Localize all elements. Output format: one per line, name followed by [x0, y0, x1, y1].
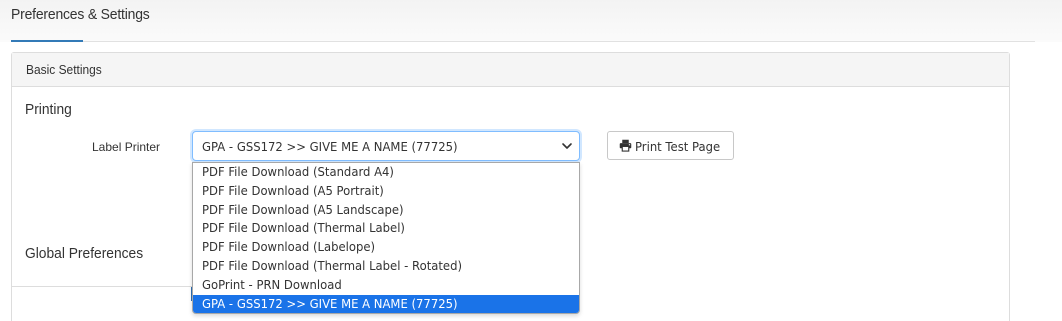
label-printer-select[interactable]: GPA - GSS172 >> GIVE ME A NAME (77725) — [192, 131, 580, 161]
print-test-page-label: Print Test Page — [635, 139, 721, 154]
printer-option[interactable]: PDF File Download (Labelope) — [193, 238, 579, 257]
page-header-band — [0, 0, 1062, 42]
label-printer-label: Label Printer — [92, 140, 161, 154]
title-underline-accent — [11, 40, 83, 42]
printer-option[interactable]: PDF File Download (Standard A4) — [193, 163, 579, 182]
printer-option[interactable]: PDF File Download (Thermal Label) — [193, 219, 579, 238]
label-printer-selected-value: GPA - GSS172 >> GIVE ME A NAME (77725) — [202, 139, 458, 154]
chevron-down-icon — [562, 143, 572, 149]
title-divider — [11, 41, 1035, 42]
printer-option[interactable]: GoPrint - PRN Download — [193, 276, 579, 295]
label-printer-options-list: PDF File Download (Standard A4) PDF File… — [192, 162, 580, 314]
printer-option[interactable]: PDF File Download (A5 Portrait) — [193, 182, 579, 201]
printer-option[interactable]: PDF File Download (A5 Landscape) — [193, 201, 579, 220]
printing-section-title: Printing — [25, 101, 72, 118]
page-title: Preferences & Settings — [11, 6, 150, 23]
panel-heading: Basic Settings — [12, 53, 1009, 87]
global-preferences-section-title: Global Preferences — [25, 245, 144, 262]
print-test-page-button[interactable]: Print Test Page — [607, 131, 734, 160]
printer-icon — [619, 139, 632, 152]
printer-option[interactable]: PDF File Download (Thermal Label - Rotat… — [193, 257, 579, 276]
panel-heading-title: Basic Settings — [26, 62, 102, 77]
global-preferences-container — [11, 286, 194, 321]
printer-option-selected[interactable]: GPA - GSS172 >> GIVE ME A NAME (77725) — [193, 294, 579, 313]
